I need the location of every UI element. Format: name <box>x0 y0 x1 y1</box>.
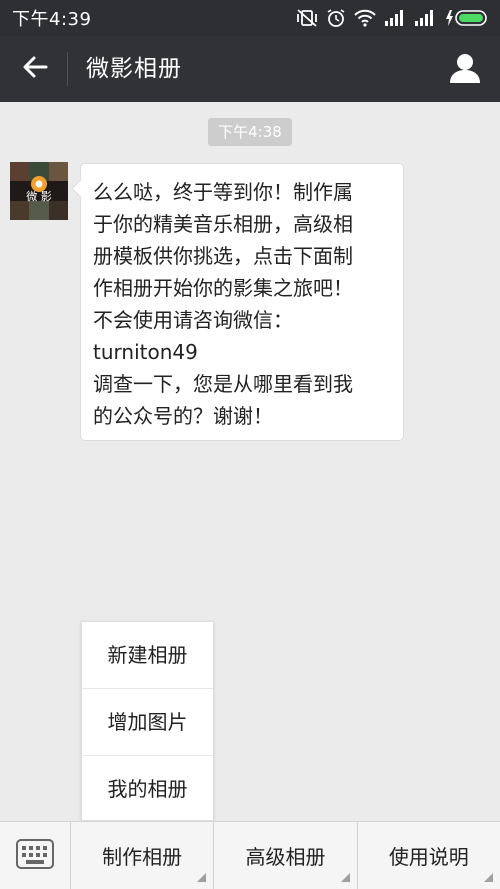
vibrate-mute-icon <box>296 8 318 28</box>
popup-menu-item[interactable]: 我的相册 <box>82 756 213 822</box>
arrow-left-icon <box>22 56 48 82</box>
message-line: 不会使用请咨询微信： <box>93 308 293 332</box>
message-line: 的公众号的？谢谢！ <box>93 404 273 428</box>
avatar[interactable]: 微 影 <box>10 162 68 220</box>
alarm-icon <box>326 8 346 28</box>
submenu-indicator-icon <box>197 873 207 882</box>
avatar-logo-text: 微 影 <box>26 189 52 203</box>
message-line: 作相册开始你的影集之旅吧！ <box>93 276 353 300</box>
submenu-indicator-icon <box>483 873 493 882</box>
bottom-menu-button[interactable]: 制作相册 <box>71 822 215 889</box>
signal-icon-2 <box>414 9 436 27</box>
status-icons <box>296 8 490 28</box>
bottom-menu-label: 制作相册 <box>102 845 183 869</box>
user-icon <box>448 54 482 89</box>
message-line: 么么哒，终于等到你！制作属 <box>93 180 353 204</box>
message-line: 于你的精美音乐相册，高级相 <box>93 212 353 236</box>
wifi-icon <box>354 9 376 27</box>
title-divider <box>67 52 68 86</box>
page-title: 微影相册 <box>86 56 182 82</box>
status-bar: 下午4:39 <box>0 0 500 36</box>
message-timestamp: 下午4:38 <box>208 118 292 146</box>
message-line: 调查一下，您是从哪里看到我 <box>93 372 353 396</box>
keyboard-icon <box>16 838 54 873</box>
popup-menu-item[interactable]: 新建相册 <box>82 622 213 689</box>
bottom-menu-label: 高级相册 <box>245 845 326 869</box>
bottom-menu-label: 使用说明 <box>388 845 469 869</box>
message-line: turniton49 <box>93 340 198 364</box>
submenu-indicator-icon <box>340 873 350 882</box>
status-time: 下午4:39 <box>12 9 92 30</box>
keyboard-toggle-button[interactable] <box>0 822 71 889</box>
profile-button[interactable] <box>448 51 482 87</box>
bottom-menu-button[interactable]: 高级相册 <box>214 822 358 889</box>
back-button[interactable] <box>18 54 52 84</box>
popup-menu: 新建相册 增加图片 我的相册 <box>81 621 214 821</box>
battery-icon <box>444 9 490 27</box>
popup-menu-item[interactable]: 增加图片 <box>82 689 213 756</box>
bottom-menu-button[interactable]: 使用说明 <box>358 822 500 889</box>
bottom-menu-bar: 制作相册 高级相册 使用说明 <box>0 821 500 889</box>
message-line: 册模板供你挑选，点击下面制 <box>93 244 353 268</box>
signal-icon-1 <box>384 9 406 27</box>
title-bar: 微影相册 <box>0 36 500 102</box>
message-bubble: 么么哒，终于等到你！制作属 于你的精美音乐相册，高级相 册模板供你挑选，点击下面制作… <box>80 163 404 441</box>
